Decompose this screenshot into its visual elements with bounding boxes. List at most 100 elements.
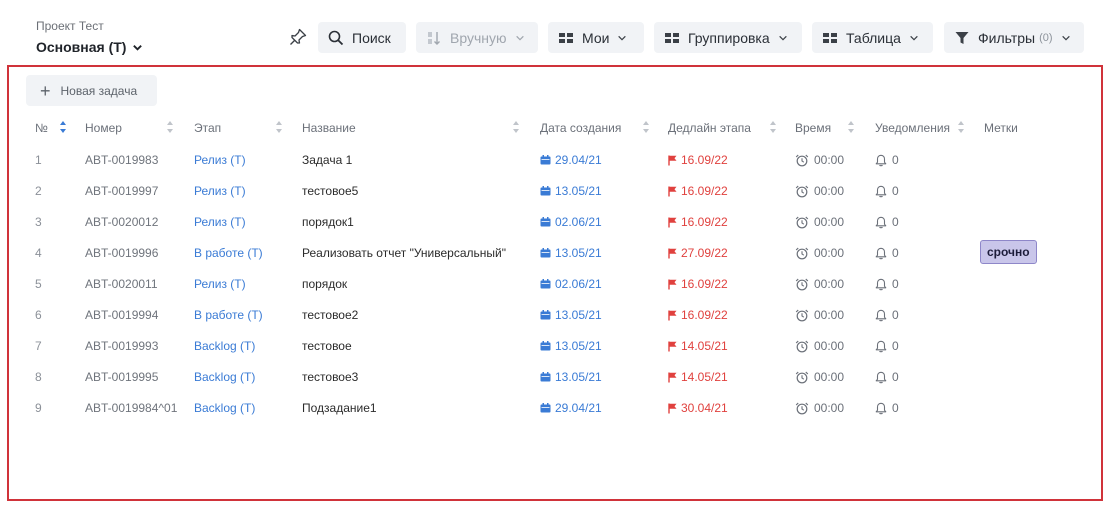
task-code[interactable]: ABT-0019994 [85,308,158,322]
task-code[interactable]: ABT-0019997 [85,184,158,198]
table-row[interactable]: 4 ABT-0019996 В работе (Т) Реализовать о… [9,238,1101,269]
task-name[interactable]: тестовое2 [302,308,358,322]
new-task-button[interactable]: + Новая задача [26,75,157,106]
time-value: 00:00 [814,308,845,322]
table-row[interactable]: 9 ABT-0019984^01 Backlog (Т) Подзадание1… [9,393,1101,424]
column-header-deadline[interactable]: Дедлайн этапа [668,121,751,135]
sort-icon[interactable] [275,120,283,134]
task-name[interactable]: Реализовать отчет "Универсальный" [302,246,506,260]
task-name[interactable]: тестовое3 [302,370,358,384]
notifications[interactable]: 0 [875,308,899,322]
flag-icon [668,341,677,351]
stage-link[interactable]: Релиз (Т) [194,277,246,291]
plus-icon: + [40,80,51,101]
time-value: 00:00 [814,215,845,229]
created-date: 13.05/21 [540,184,602,198]
stage-link[interactable]: Релиз (Т) [194,215,246,229]
table-row[interactable]: 2 ABT-0019997 Релиз (Т) тестовое5 13.05/… [9,176,1101,207]
time-tracker[interactable]: 00:00 [795,277,844,291]
board-title[interactable]: Основная (Т) [36,39,143,55]
grouping-button[interactable]: Группировка [654,22,802,53]
column-label: Этап [194,121,222,135]
task-code[interactable]: ABT-0019996 [85,246,158,260]
table-row[interactable]: 8 ABT-0019995 Backlog (Т) тестовое3 13.0… [9,362,1101,393]
stage-link[interactable]: Релиз (Т) [194,184,246,198]
time-value: 00:00 [814,153,845,167]
sort-icon[interactable] [166,120,174,134]
time-tracker[interactable]: 00:00 [795,184,844,198]
task-code[interactable]: ABT-0020011 [85,277,158,291]
column-header-num[interactable]: № [35,121,48,135]
time-value: 00:00 [814,277,845,291]
created-date-value: 02.06/21 [555,277,602,291]
notifications[interactable]: 0 [875,277,899,291]
mine-filter-button[interactable]: Мои [548,22,644,53]
task-name[interactable]: порядок1 [302,215,354,229]
stage-deadline: 16.09/22 [668,215,728,229]
notifications[interactable]: 0 [875,370,899,384]
time-tracker[interactable]: 00:00 [795,153,844,167]
stage-deadline-value: 27.09/22 [681,246,728,260]
stage-link[interactable]: Backlog (Т) [194,339,255,353]
notifications[interactable]: 0 [875,246,899,260]
bell-icon [875,216,887,228]
notifications[interactable]: 0 [875,401,899,415]
column-header-name[interactable]: Название [302,121,356,135]
column-header-stage[interactable]: Этап [194,121,221,135]
time-tracker[interactable]: 00:00 [795,308,844,322]
sort-button[interactable]: Вручную [416,22,538,53]
task-name[interactable]: тестовое [302,339,352,353]
stage-link[interactable]: Релиз (Т) [194,153,246,167]
row-number: 8 [35,370,42,384]
notifications[interactable]: 0 [875,153,899,167]
time-tracker[interactable]: 00:00 [795,370,844,384]
column-header-tags[interactable]: Метки [984,121,1018,135]
time-tracker[interactable]: 00:00 [795,401,844,415]
notifications-count: 0 [892,339,899,353]
task-code[interactable]: ABT-0019993 [85,339,158,353]
stage-link[interactable]: Backlog (Т) [194,401,255,415]
task-code[interactable]: ABT-0019995 [85,370,158,384]
column-label: Дата создания [540,121,622,135]
table-row[interactable]: 5 ABT-0020011 Релиз (Т) порядок 02.06/21… [9,269,1101,300]
stage-link[interactable]: В работе (Т) [194,246,263,260]
column-header-time[interactable]: Время [795,121,831,135]
sort-icon[interactable] [957,120,965,134]
notifications-count: 0 [892,277,899,291]
task-code[interactable]: ABT-0019984^01 [85,401,177,415]
notifications[interactable]: 0 [875,339,899,353]
table-row[interactable]: 1 ABT-0019983 Релиз (Т) Задача 1 29.04/2… [9,145,1101,176]
time-tracker[interactable]: 00:00 [795,246,844,260]
time-tracker[interactable]: 00:00 [795,339,844,353]
view-mode-button[interactable]: Таблица [812,22,933,53]
table-row[interactable]: 7 ABT-0019993 Backlog (Т) тестовое 13.05… [9,331,1101,362]
project-selector[interactable]: Проект Тест Основная (Т) [36,19,143,55]
column-header-code[interactable]: Номер [85,121,122,135]
table-row[interactable]: 3 ABT-0020012 Релиз (Т) порядок1 02.06/2… [9,207,1101,238]
sort-icon[interactable] [642,120,650,134]
task-code[interactable]: ABT-0019983 [85,153,158,167]
search-button[interactable]: Поиск [318,22,406,53]
tag-badge[interactable]: срочно [980,240,1037,264]
row-number: 3 [35,215,42,229]
cards-icon [559,32,573,43]
column-header-created[interactable]: Дата создания [540,121,621,135]
task-name[interactable]: тестовое5 [302,184,358,198]
pin-icon[interactable] [288,27,308,47]
task-name[interactable]: Подзадание1 [302,401,377,415]
sort-active-icon[interactable] [59,120,67,134]
task-name[interactable]: Задача 1 [302,153,352,167]
filters-button[interactable]: Фильтры (0) [944,22,1084,53]
stage-link[interactable]: Backlog (Т) [194,370,255,384]
stage-link[interactable]: В работе (Т) [194,308,263,322]
task-name[interactable]: порядок [302,277,347,291]
sort-icon[interactable] [847,120,855,134]
task-code[interactable]: ABT-0020012 [85,215,158,229]
notifications[interactable]: 0 [875,184,899,198]
sort-icon[interactable] [512,120,520,134]
sort-icon[interactable] [769,120,777,134]
column-header-notifications[interactable]: Уведомления [875,121,950,135]
time-tracker[interactable]: 00:00 [795,215,844,229]
table-row[interactable]: 6 ABT-0019994 В работе (Т) тестовое2 13.… [9,300,1101,331]
notifications[interactable]: 0 [875,215,899,229]
